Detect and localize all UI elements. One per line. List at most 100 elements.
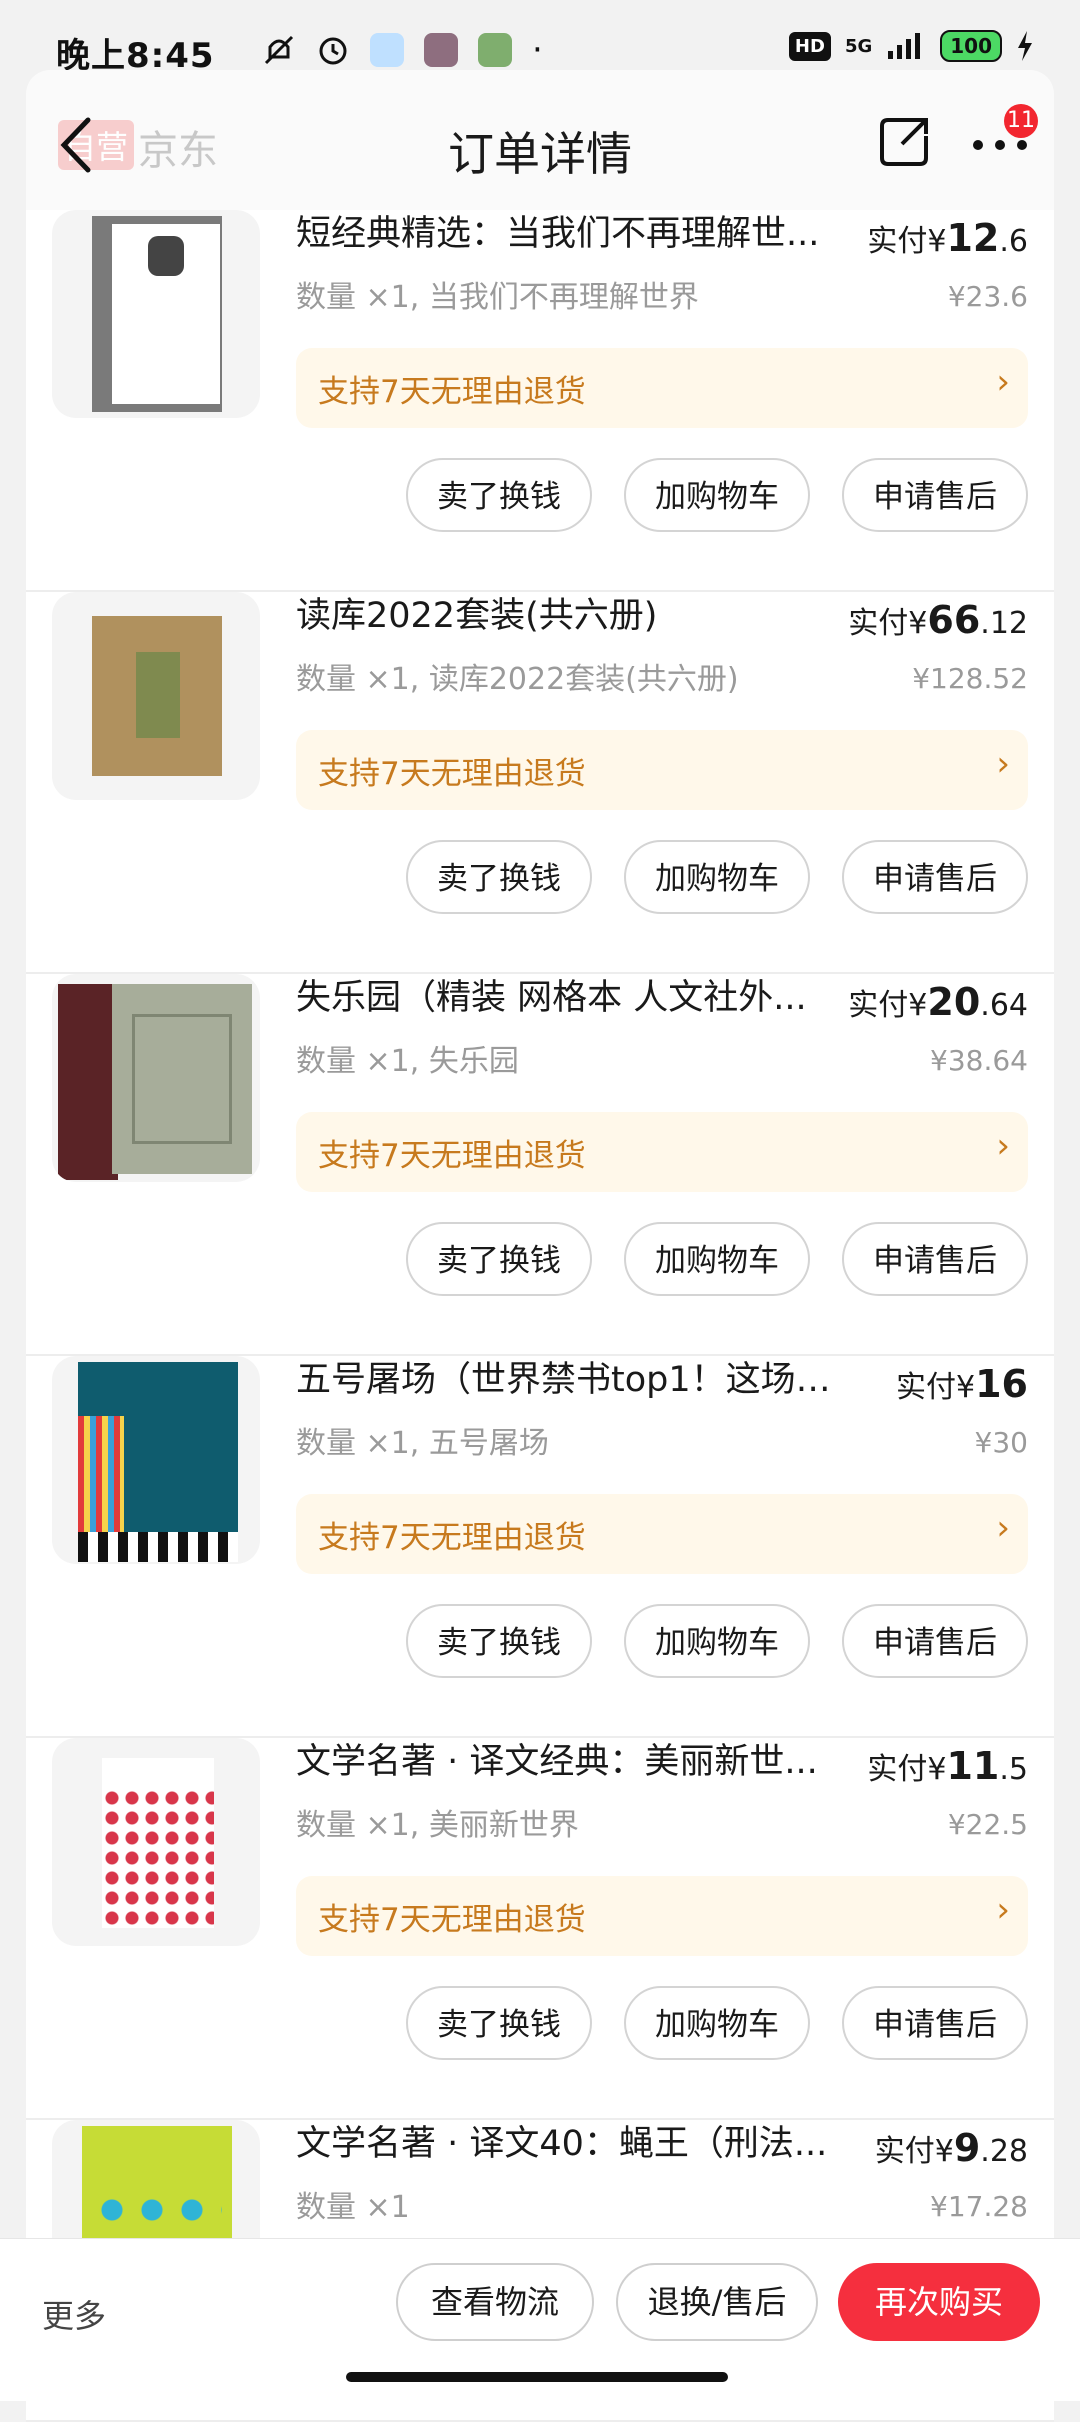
add-to-cart-button[interactable]: 加购物车 bbox=[624, 1222, 810, 1296]
return-policy-row[interactable]: 支持7天无理由退货 › bbox=[296, 1494, 1028, 1574]
product-quantity: 数量 ×1, 五号屠场 bbox=[296, 1426, 549, 1461]
alarm-icon bbox=[319, 37, 347, 65]
paid-prefix: 实付¥ bbox=[848, 988, 928, 1023]
paid-price: 实付¥9.28 bbox=[875, 2126, 1028, 2170]
chevron-right-icon: › bbox=[996, 1508, 1010, 1548]
mute-icon bbox=[264, 35, 294, 65]
paid-prefix: 实付¥ bbox=[848, 606, 928, 641]
original-price: ¥30 bbox=[974, 1426, 1028, 1459]
product-quantity: 数量 ×1 bbox=[296, 2190, 410, 2225]
paid-integer: 9 bbox=[953, 2126, 981, 2170]
paid-decimal: .64 bbox=[980, 988, 1028, 1023]
product-name[interactable]: 五号屠场（世界禁书top1！这场灾... bbox=[296, 1356, 856, 1404]
sell-button[interactable]: 卖了换钱 bbox=[406, 458, 592, 532]
product-name[interactable]: 失乐园（精装 网格本 人文社外... bbox=[296, 974, 856, 1022]
product-name[interactable]: 短经典精选：当我们不再理解世... bbox=[296, 210, 856, 258]
product-quantity: 数量 ×1, 美丽新世界 bbox=[296, 1808, 579, 1843]
return-policy-row[interactable]: 支持7天无理由退货 › bbox=[296, 730, 1028, 810]
more-link[interactable]: 更多 bbox=[42, 2291, 106, 2337]
view-logistics-button[interactable]: 查看物流 bbox=[396, 2263, 594, 2341]
status-right-icons: HD 5G 100 bbox=[788, 30, 1034, 62]
paid-integer: 12 bbox=[946, 216, 1000, 260]
app-icon-3 bbox=[478, 33, 512, 67]
return-policy-row[interactable]: 支持7天无理由退货 › bbox=[296, 1876, 1028, 1956]
original-price: ¥17.28 bbox=[930, 2190, 1028, 2223]
add-to-cart-button[interactable]: 加购物车 bbox=[624, 458, 810, 532]
paid-price: 实付¥20.64 bbox=[848, 980, 1028, 1024]
order-item: 短经典精选：当我们不再理解世... 数量 ×1, 当我们不再理解世界 实付¥12… bbox=[26, 210, 1054, 592]
original-price: ¥38.64 bbox=[930, 1044, 1028, 1077]
paid-prefix: 实付¥ bbox=[896, 1370, 976, 1405]
buy-again-button[interactable]: 再次购买 bbox=[838, 2263, 1040, 2341]
chevron-right-icon: › bbox=[996, 362, 1010, 402]
chevron-right-icon: › bbox=[996, 744, 1010, 784]
after-sale-button[interactable]: 申请售后 bbox=[842, 1222, 1028, 1296]
add-to-cart-button[interactable]: 加购物车 bbox=[624, 840, 810, 914]
return-policy-row[interactable]: 支持7天无理由退货 › bbox=[296, 348, 1028, 428]
paid-prefix: 实付¥ bbox=[874, 2134, 954, 2169]
chevron-right-icon: › bbox=[996, 1890, 1010, 1930]
signal-icon bbox=[888, 33, 921, 59]
paid-integer: 16 bbox=[975, 1362, 1028, 1406]
after-sale-button[interactable]: 申请售后 bbox=[842, 1986, 1028, 2060]
home-indicator[interactable] bbox=[346, 2372, 728, 2382]
product-name[interactable]: 文学名著 · 译文40：蝇王（刑法... bbox=[296, 2120, 856, 2168]
paid-decimal: .28 bbox=[980, 2134, 1028, 2169]
item-actions: 卖了换钱 加购物车 申请售后 bbox=[406, 1986, 1028, 2060]
paid-decimal: .12 bbox=[980, 606, 1028, 641]
product-image[interactable] bbox=[52, 1356, 260, 1564]
paid-price: 实付¥66.12 bbox=[848, 598, 1028, 642]
product-quantity: 数量 ×1, 当我们不再理解世界 bbox=[296, 280, 699, 315]
product-image[interactable] bbox=[52, 592, 260, 800]
return-policy-text: 支持7天无理由退货 bbox=[318, 1520, 586, 1556]
order-item: 失乐园（精装 网格本 人文社外... 数量 ×1, 失乐园 实付¥20.64 ¥… bbox=[26, 974, 1054, 1356]
paid-prefix: 实付¥ bbox=[867, 224, 947, 259]
paid-decimal: .6 bbox=[999, 224, 1028, 259]
dot-icon: · bbox=[532, 30, 543, 70]
product-image[interactable] bbox=[52, 210, 260, 418]
after-sale-button[interactable]: 申请售后 bbox=[842, 1604, 1028, 1678]
battery-icon: 100 bbox=[940, 30, 1002, 62]
sell-button[interactable]: 卖了换钱 bbox=[406, 1986, 592, 2060]
return-policy-text: 支持7天无理由退货 bbox=[318, 374, 586, 410]
item-actions: 卖了换钱 加购物车 申请售后 bbox=[406, 840, 1028, 914]
product-name[interactable]: 读库2022套装(共六册) bbox=[296, 592, 856, 640]
product-name[interactable]: 文学名著 · 译文经典：美丽新世... bbox=[296, 1738, 856, 1786]
order-item-list: 短经典精选：当我们不再理解世... 数量 ×1, 当我们不再理解世界 实付¥12… bbox=[26, 210, 1054, 2422]
original-price: ¥22.5 bbox=[947, 1808, 1028, 1841]
charging-icon bbox=[1018, 31, 1032, 61]
sell-button[interactable]: 卖了换钱 bbox=[406, 1222, 592, 1296]
return-policy-row[interactable]: 支持7天无理由退货 › bbox=[296, 1112, 1028, 1192]
return-service-button[interactable]: 退换/售后 bbox=[616, 2263, 818, 2341]
after-sale-button[interactable]: 申请售后 bbox=[842, 458, 1028, 532]
share-icon[interactable] bbox=[874, 112, 934, 172]
add-to-cart-button[interactable]: 加购物车 bbox=[624, 1986, 810, 2060]
return-policy-text: 支持7天无理由退货 bbox=[318, 1902, 586, 1938]
paid-prefix: 实付¥ bbox=[867, 1752, 947, 1787]
network-label: 5G bbox=[844, 35, 873, 57]
paid-integer: 66 bbox=[927, 598, 981, 642]
order-item: 文学名著 · 译文经典：美丽新世... 数量 ×1, 美丽新世界 实付¥11.5… bbox=[26, 1738, 1054, 2120]
item-actions: 卖了换钱 加购物车 申请售后 bbox=[406, 1604, 1028, 1678]
paid-decimal: .5 bbox=[999, 1752, 1028, 1787]
app-icon-2 bbox=[424, 33, 458, 67]
item-actions: 卖了换钱 加购物车 申请售后 bbox=[406, 1222, 1028, 1296]
add-to-cart-button[interactable]: 加购物车 bbox=[624, 1604, 810, 1678]
return-policy-text: 支持7天无理由退货 bbox=[318, 756, 586, 792]
paid-price: 实付¥16 bbox=[896, 1362, 1028, 1406]
paid-integer: 11 bbox=[946, 1744, 1000, 1788]
status-left-icons: · bbox=[262, 30, 543, 70]
paid-integer: 20 bbox=[927, 980, 981, 1024]
order-item: 五号屠场（世界禁书top1！这场灾... 数量 ×1, 五号屠场 实付¥16 ¥… bbox=[26, 1356, 1054, 1738]
original-price: ¥23.6 bbox=[947, 280, 1028, 313]
sell-button[interactable]: 卖了换钱 bbox=[406, 840, 592, 914]
hd-icon: HD bbox=[788, 31, 831, 61]
sell-button[interactable]: 卖了换钱 bbox=[406, 1604, 592, 1678]
item-actions: 卖了换钱 加购物车 申请售后 bbox=[406, 458, 1028, 532]
paid-price: 实付¥12.6 bbox=[867, 216, 1028, 260]
notification-badge: 11 bbox=[1004, 104, 1038, 138]
after-sale-button[interactable]: 申请售后 bbox=[842, 840, 1028, 914]
product-image[interactable] bbox=[52, 974, 260, 1182]
chevron-right-icon: › bbox=[996, 1126, 1010, 1166]
product-image[interactable] bbox=[52, 1738, 260, 1946]
